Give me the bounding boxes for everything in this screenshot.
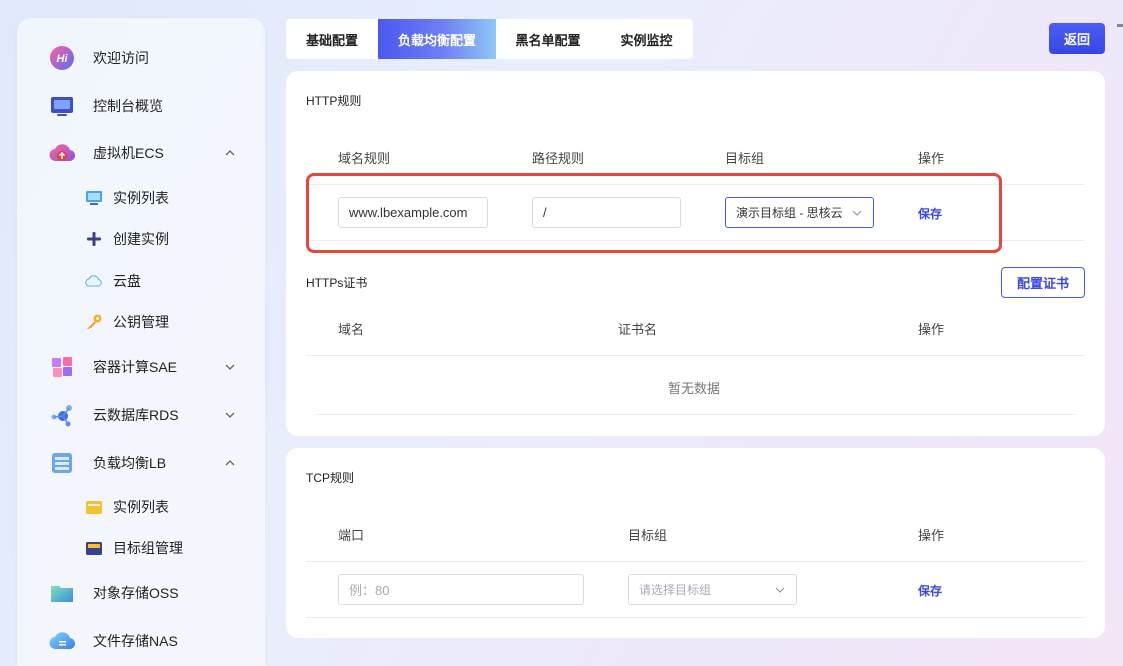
chevron-up-icon[interactable] [223,146,237,160]
port-input[interactable]: 例：80 [338,574,584,605]
column-header-action: 操作 [918,322,945,337]
sidebar-item-label: 虚拟机ECS [93,145,164,161]
tab-lb-config[interactable]: 负载均衡配置 [378,19,496,59]
tcp-target-group-select[interactable]: 请选择目标组 [628,574,797,605]
monitor-icon [86,191,102,205]
sidebar-subitem-keys[interactable]: 公钥管理 [17,304,265,340]
sidebar-subitem-label: 公钥管理 [113,314,169,330]
scrollbar-edge [1117,24,1123,27]
sidebar-item-label: 文件存储NAS [93,633,178,649]
column-header-domain-rule: 域名规则 [338,151,391,166]
tcp-rules-panel: TCP规则 端口 目标组 操作 例：80 请选择目标组 保存 [286,448,1105,638]
sidebar-item-oss[interactable]: 对象存储OSS [17,573,265,613]
column-header-port: 端口 [338,528,365,543]
sidebar-subitem-label: 创建实例 [113,231,169,247]
sidebar-item-rds[interactable]: 云数据库RDS [17,395,265,435]
https-cert-title: HTTPs证书 [306,276,368,290]
sidebar-item-label: 欢迎访问 [93,50,149,66]
column-header-action: 操作 [918,528,945,543]
column-header-cert-name: 证书名 [618,322,658,337]
sidebar-subitem-ecs-instances[interactable]: 实例列表 [17,180,265,216]
database-network-icon [51,405,72,427]
divider [306,561,1085,562]
column-header-path-rule: 路径规则 [532,151,585,166]
config-tabs: 基础配置 负载均衡配置 黑名单配置 实例监控 [286,19,693,59]
chevron-down-icon[interactable] [223,408,237,422]
sidebar-item-label: 云数据库RDS [93,407,179,423]
plus-icon [87,232,101,246]
sidebar-subitem-create-instance[interactable]: 创建实例 [17,221,265,257]
folder-list-icon [86,501,102,514]
sidebar-item-label: 控制台概览 [93,98,163,114]
sidebar-subitem-label: 目标组管理 [113,540,183,556]
back-button[interactable]: 返回 [1049,23,1105,54]
column-header-domain: 域名 [338,322,365,337]
hi-logo-icon: Hi [50,46,74,70]
tab-instance-monitor[interactable]: 实例监控 [600,19,693,59]
sidebar-subitem-cloud-disk[interactable]: 云盘 [17,263,265,299]
column-header-target-group: 目标组 [725,151,765,166]
divider [316,414,1075,415]
cloud-upload-icon [49,144,75,162]
tab-blacklist-config[interactable]: 黑名单配置 [496,19,600,59]
column-header-action: 操作 [918,151,945,166]
folder-icon [51,586,73,602]
divider [306,617,1085,618]
sidebar-subitem-label: 云盘 [113,273,141,289]
sidebar-subitem-lb-instances[interactable]: 实例列表 [17,489,265,525]
sidebar-item-ecs[interactable]: 虚拟机ECS [17,133,265,173]
toolbox-icon [86,542,102,555]
chevron-down-icon[interactable] [223,360,237,374]
sidebar-item-lb[interactable]: 负载均衡LB [17,443,265,483]
tcp-save-link[interactable]: 保存 [918,582,942,599]
highlight-box [306,173,1002,253]
divider [306,355,1085,356]
cubes-icon [52,357,72,377]
column-header-target-group: 目标组 [628,528,668,543]
sidebar-item-label: 容器计算SAE [93,359,178,375]
tab-basic-config[interactable]: 基础配置 [286,19,378,59]
sidebar-subitem-target-groups[interactable]: 目标组管理 [17,530,265,566]
sidebar-subitem-label: 实例列表 [113,190,169,206]
sidebar-item-overview[interactable]: 控制台概览 [17,86,265,126]
target-group-placeholder: 请选择目标组 [639,583,712,597]
sidebar-item-label: 负载均衡LB [93,455,167,471]
chevron-up-icon[interactable] [223,456,237,470]
http-rules-title: HTTP规则 [306,94,362,108]
sidebar-item-label: 对象存储OSS [93,585,179,601]
key-icon [87,314,102,329]
server-rack-icon [52,453,72,473]
sidebar-subitem-label: 实例列表 [113,499,169,515]
chevron-down-icon [775,587,785,593]
svg-text:Hi: Hi [57,53,69,65]
dashboard-icon [51,97,73,116]
sidebar-item-welcome[interactable]: Hi 欢迎访问 [17,38,265,78]
configure-cert-button[interactable]: 配置证书 [1001,267,1085,298]
tcp-rules-title: TCP规则 [306,471,355,485]
http-rules-panel: HTTP规则 域名规则 路径规则 目标组 操作 www.lbexample.co… [286,71,1105,436]
sidebar-item-nas[interactable]: 文件存储NAS [17,621,265,661]
sidebar-item-sae[interactable]: 容器计算SAE [17,347,265,387]
empty-state-text: 暂无数据 [668,381,721,396]
cloud-file-icon [49,632,75,650]
cloud-icon [85,275,102,287]
